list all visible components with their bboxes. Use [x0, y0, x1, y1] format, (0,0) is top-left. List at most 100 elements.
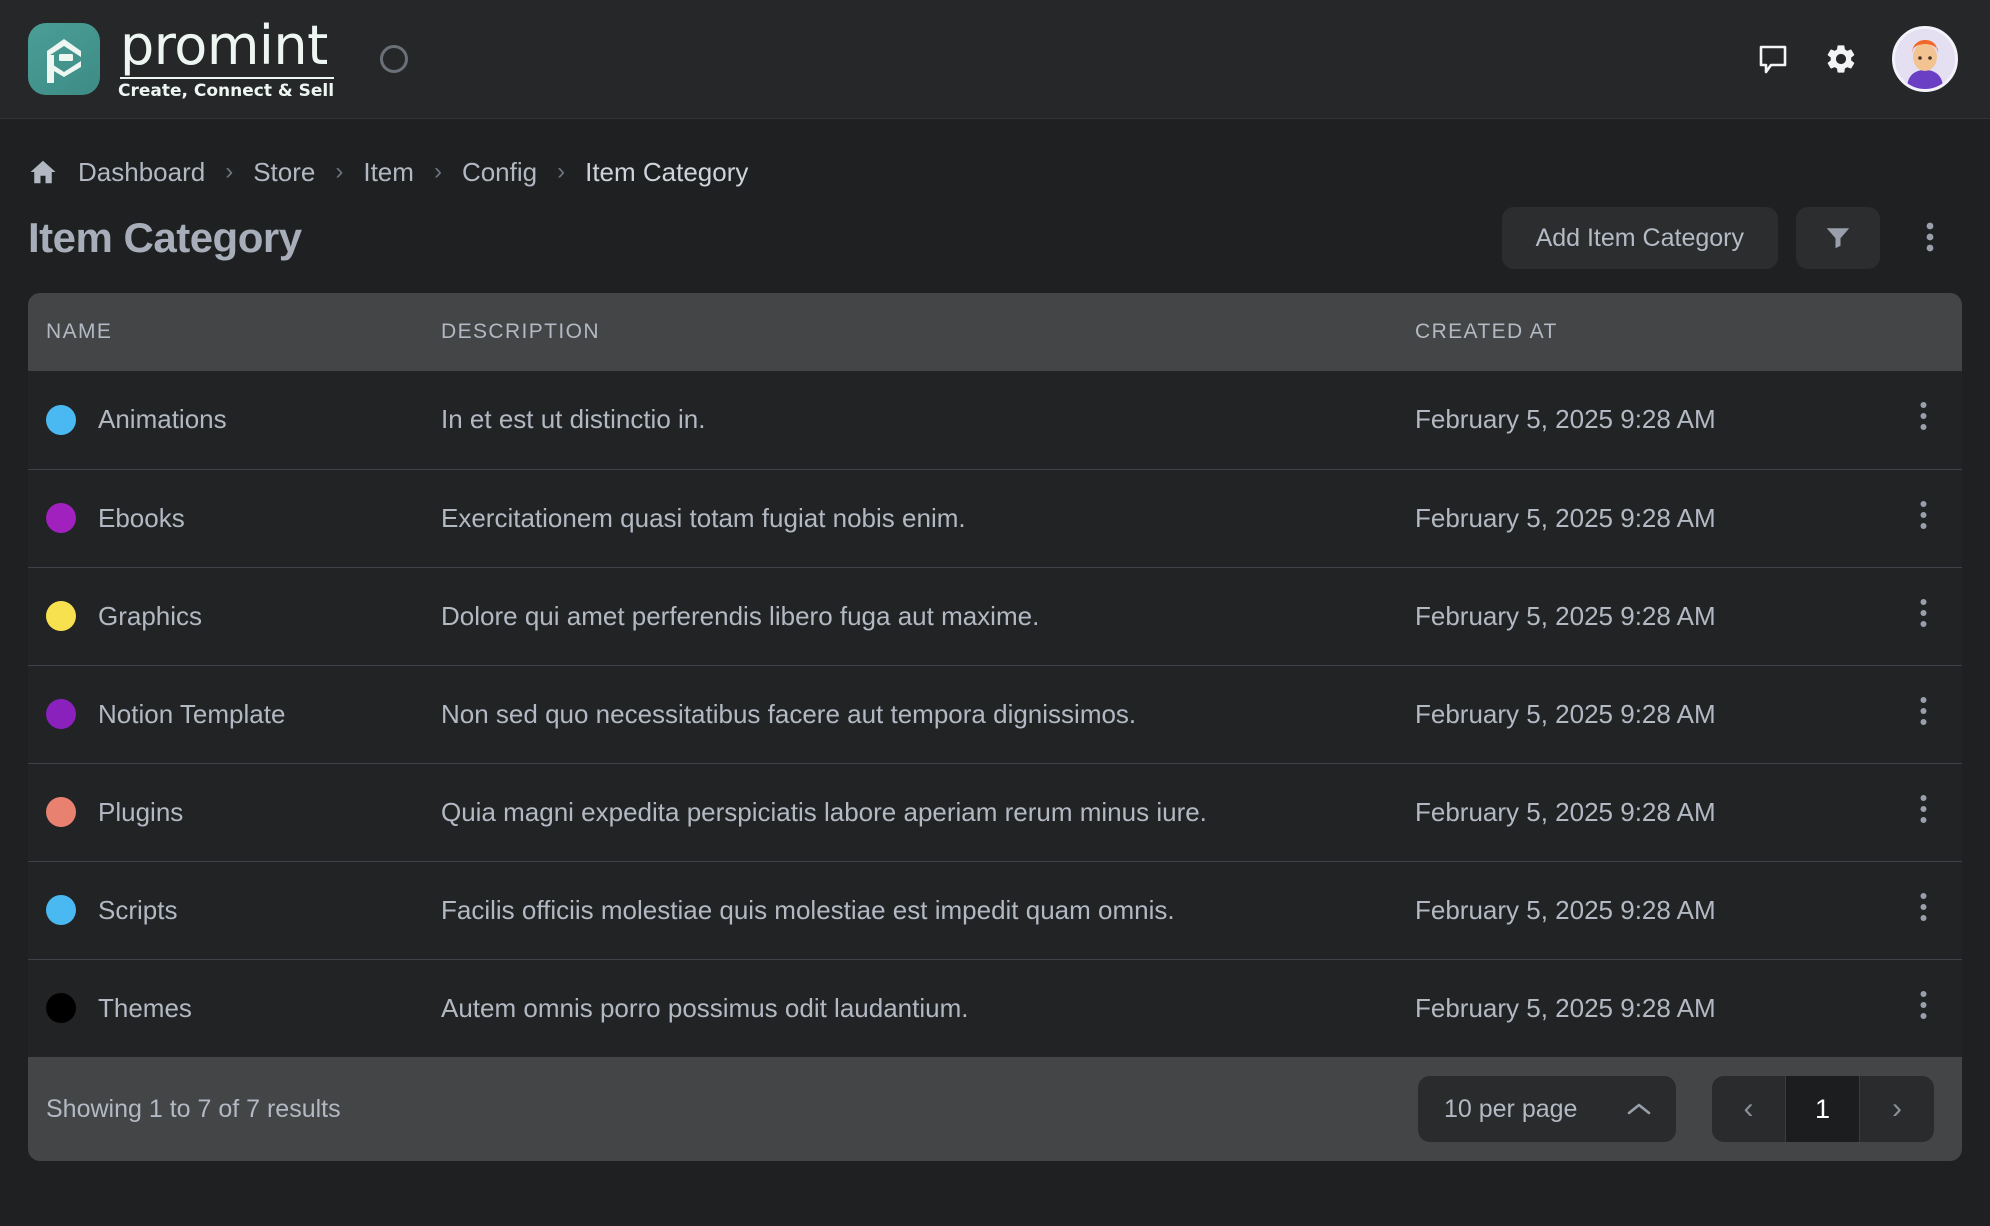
cell-created-at: February 5, 2025 9:28 AM [1397, 469, 1867, 568]
breadcrumb-item-item[interactable]: Item [363, 157, 414, 188]
row-menu-button[interactable] [1885, 892, 1962, 929]
row-menu-button[interactable] [1885, 990, 1962, 1027]
pagination-next-button[interactable]: › [1860, 1076, 1934, 1142]
category-name: Scripts [98, 894, 178, 925]
brand-tagline: Create, Connect & Sell [118, 80, 335, 101]
cell-name: Ebooks [28, 469, 423, 568]
page-more-menu-button[interactable] [1898, 207, 1962, 269]
category-description: In et est ut distinctio in. [441, 404, 706, 435]
row-menu-button[interactable] [1885, 500, 1962, 537]
cell-name: Notion Template [28, 665, 423, 764]
category-created-at: February 5, 2025 9:28 AM [1415, 894, 1716, 925]
cell-description: In et est ut distinctio in. [423, 371, 1397, 470]
category-color-dot [46, 797, 76, 827]
results-count: Showing 1 to 7 of 7 results [46, 1094, 341, 1123]
category-description: Dolore qui amet perferendis libero fuga … [441, 600, 1040, 631]
cell-actions [1867, 763, 1962, 862]
breadcrumb-item-config[interactable]: Config [462, 157, 537, 188]
pagination-prev-button[interactable]: ‹ [1712, 1076, 1786, 1142]
table-row[interactable]: Animations In et est ut distinctio in. Feb… [28, 371, 1962, 470]
category-color-dot [46, 699, 76, 729]
top-bar: promint Create, Connect & Sell [0, 0, 1990, 119]
column-header-name[interactable]: NAME [28, 293, 423, 371]
more-vertical-icon [1920, 696, 1927, 733]
row-menu-button[interactable] [1885, 696, 1962, 733]
cell-name: Plugins [28, 763, 423, 862]
cell-name: Graphics [28, 567, 423, 666]
cell-created-at: February 5, 2025 9:28 AM [1397, 371, 1867, 470]
per-page-select[interactable]: 10 per page [1418, 1076, 1676, 1142]
gear-icon[interactable] [1824, 42, 1858, 76]
cell-description: Exercitationem quasi totam fugiat nobis … [423, 469, 1397, 568]
user-avatar[interactable] [1892, 26, 1958, 92]
cell-actions [1867, 959, 1962, 1057]
table-row[interactable]: Plugins Quia magni expedita perspiciatis … [28, 763, 1962, 862]
table-header: NAME DESCRIPTION CREATED AT [28, 293, 1962, 371]
more-vertical-icon [1920, 598, 1927, 635]
table-row[interactable]: Graphics Dolore qui amet perferendis libe… [28, 567, 1962, 666]
brand-logo[interactable]: promint Create, Connect & Sell [28, 13, 335, 101]
category-color-dot [46, 503, 76, 533]
table-row[interactable]: Ebooks Exercitationem quasi totam fugiat … [28, 469, 1962, 568]
pagination-page-1[interactable]: 1 [1786, 1076, 1860, 1142]
add-item-category-button[interactable]: Add Item Category [1501, 207, 1778, 269]
page-title: Item Category [28, 214, 302, 261]
cell-actions [1867, 861, 1962, 960]
cell-actions [1867, 371, 1962, 470]
category-name: Ebooks [98, 502, 185, 533]
breadcrumb-separator: › [433, 158, 442, 185]
category-created-at: February 5, 2025 9:28 AM [1415, 502, 1716, 533]
category-name: Plugins [98, 796, 184, 827]
more-vertical-icon [1920, 794, 1927, 831]
breadcrumb-item-dashboard[interactable]: Dashboard [78, 157, 205, 188]
cell-created-at: February 5, 2025 9:28 AM [1397, 665, 1867, 764]
chat-bubble-icon[interactable] [1756, 42, 1790, 76]
table-footer: Showing 1 to 7 of 7 results 10 per page … [28, 1057, 1962, 1161]
category-description: Quia magni expedita perspiciatis labore … [441, 796, 1207, 827]
table-row[interactable]: Scripts Facilis officiis molestiae quis m… [28, 861, 1962, 960]
brand-name: promint [120, 13, 328, 77]
row-menu-button[interactable] [1885, 598, 1962, 635]
pager: ‹ 1 › [1712, 1076, 1934, 1142]
category-created-at: February 5, 2025 9:28 AM [1415, 796, 1716, 827]
promint-logo-icon [28, 23, 100, 95]
cell-name: Themes [28, 959, 423, 1057]
column-header-description[interactable]: DESCRIPTION [423, 293, 1397, 371]
row-menu-button[interactable] [1885, 401, 1962, 438]
chevron-up-icon [1626, 1095, 1652, 1124]
breadcrumb-separator: › [225, 158, 234, 185]
filter-button[interactable] [1796, 207, 1880, 269]
table-body: Animations In et est ut distinctio in. Feb… [28, 371, 1962, 1057]
item-category-table-container: NAME DESCRIPTION CREATED AT Animations In… [0, 271, 1990, 1161]
cell-name: Animations [28, 371, 423, 470]
cell-description: Dolore qui amet perferendis libero fuga … [423, 567, 1397, 666]
cell-created-at: February 5, 2025 9:28 AM [1397, 861, 1867, 960]
breadcrumb: Dashboard › Store › Item › Config › Item… [0, 119, 1990, 187]
filter-funnel-icon [1823, 222, 1853, 255]
category-color-dot [46, 993, 76, 1024]
category-name: Animations [98, 404, 227, 435]
category-name: Notion Template [98, 698, 286, 729]
category-description: Autem omnis porro possimus odit laudanti… [441, 992, 969, 1023]
cell-created-at: February 5, 2025 9:28 AM [1397, 763, 1867, 862]
category-description: Exercitationem quasi totam fugiat nobis … [441, 502, 966, 533]
cell-actions [1867, 665, 1962, 764]
breadcrumb-separator: › [335, 158, 344, 185]
more-vertical-icon [1920, 500, 1927, 537]
cell-created-at: February 5, 2025 9:28 AM [1397, 959, 1867, 1057]
table-row[interactable]: Themes Autem omnis porro possimus odit la… [28, 959, 1962, 1057]
page-actions: Add Item Category [1501, 207, 1962, 269]
cell-actions [1867, 567, 1962, 666]
home-icon[interactable] [28, 157, 58, 187]
page-header: Item Category Add Item Category [0, 187, 1990, 271]
category-color-dot [46, 404, 76, 435]
table-row[interactable]: Notion Template Non sed quo necessitatibu… [28, 665, 1962, 764]
breadcrumb-item-store[interactable]: Store [253, 157, 315, 188]
pagination-controls: 10 per page ‹ 1 › [1418, 1076, 1934, 1142]
breadcrumb-item-item-category: Item Category [585, 156, 749, 187]
per-page-label: 10 per page [1444, 1094, 1578, 1123]
row-menu-button[interactable] [1885, 794, 1962, 831]
column-header-created-at[interactable]: CREATED AT [1397, 293, 1867, 371]
cell-description: Facilis officiis molestiae quis molestia… [423, 861, 1397, 960]
category-name: Themes [98, 992, 192, 1023]
